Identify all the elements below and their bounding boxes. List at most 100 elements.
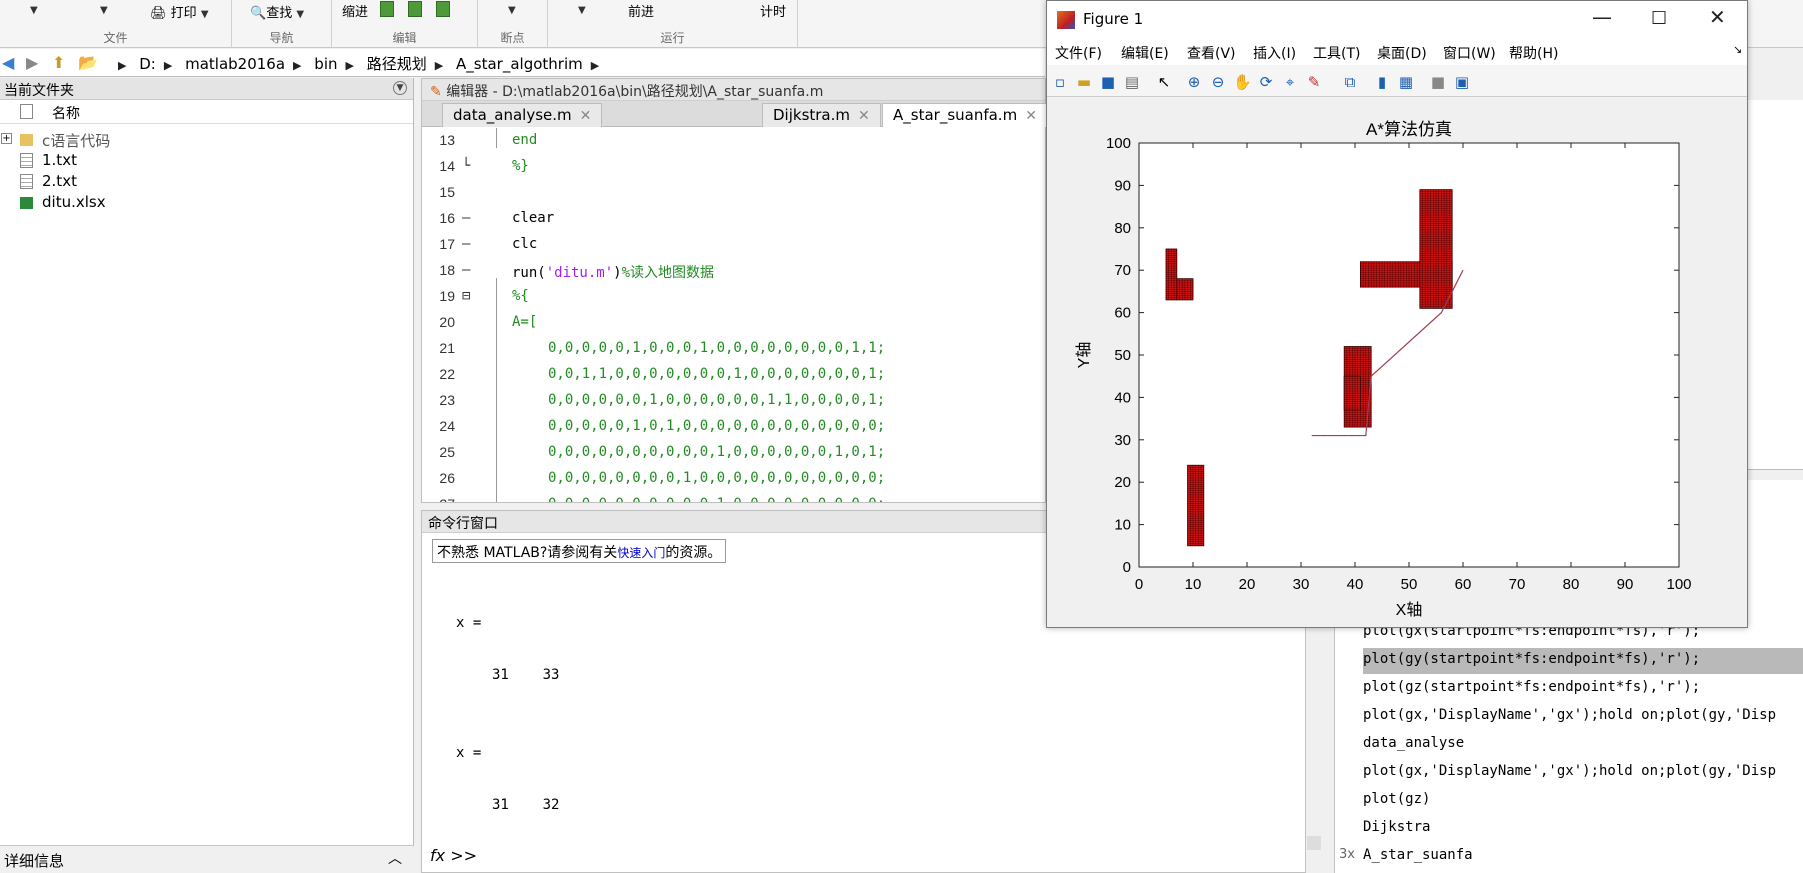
indent-button[interactable]: 缩进 <box>342 1 368 20</box>
dropdown-arrow-icon[interactable]: ▼ <box>578 5 586 16</box>
find-button[interactable]: 🔍查找 ▼ <box>250 2 304 21</box>
list-item-folder[interactable]: + c语言代码 <box>0 129 413 150</box>
history-item[interactable]: plot(gy(startpoint*fs:endpoint*fs),'r'); <box>1363 648 1803 674</box>
maximize-icon[interactable]: ☐ <box>1651 8 1667 29</box>
y-tick-label: 100 <box>1106 135 1131 152</box>
save-icon[interactable]: ■ <box>1099 73 1117 91</box>
history-item[interactable]: data_analyse <box>1363 732 1803 758</box>
browse-folder-icon[interactable]: 📂 <box>78 53 98 72</box>
zoom-in-icon[interactable]: ⊕ <box>1185 73 1203 91</box>
dropdown-arrow-icon[interactable]: ▼ <box>100 5 108 16</box>
figure-menu-item[interactable]: 帮助(H) <box>1509 43 1558 63</box>
x-tick-label: 90 <box>1617 576 1634 593</box>
code-line[interactable]: 22 0,0,1,1,0,0,0,0,0,0,0,1,0,0,0,0,0,0,0,… <box>422 366 1045 392</box>
tab-astar-suanfa[interactable]: A_star_suanfa.m ✕ <box>882 103 1048 127</box>
breadcrumb: ▶ D: ▶ matlab2016a ▶ bin ▶ 路径规划 ▶ A_star_alg… <box>118 55 600 73</box>
brush-icon[interactable]: ✎ <box>1305 73 1323 91</box>
new-figure-icon[interactable]: ▫ <box>1051 73 1069 91</box>
history-item[interactable]: plot(gz(startpoint*fs:endpoint*fs),'r'); <box>1363 676 1803 702</box>
close-icon[interactable]: ✕ <box>1025 108 1037 124</box>
crumb-path-planning[interactable]: 路径规划 <box>367 55 427 73</box>
code-line[interactable]: 13 end <box>422 132 1045 158</box>
rotate-icon[interactable]: ⟳ <box>1257 73 1275 91</box>
code-line[interactable]: 16 — clear <box>422 210 1045 236</box>
figure-menu-item[interactable]: 插入(I) <box>1253 43 1296 63</box>
figure-menu-item[interactable]: 编辑(E) <box>1121 43 1169 63</box>
list-item-file[interactable]: 2.txt <box>0 171 413 192</box>
chevron-up-icon[interactable]: ︿ <box>388 848 402 868</box>
open-icon[interactable]: ▬ <box>1075 73 1093 91</box>
code-line[interactable]: 26 0,0,0,0,0,0,0,0,1,0,0,0,0,0,0,0,0,0,0,… <box>422 470 1045 496</box>
code-area[interactable]: 13 end 14 └%} 15 16 — clear 17 — clc 18 — run('ditu.m… <box>422 128 1045 502</box>
code-text: A=[ <box>512 314 538 330</box>
list-item-file[interactable]: ditu.xlsx <box>0 192 413 213</box>
crumb-drive[interactable]: D: <box>139 55 156 73</box>
figure-menu-item[interactable]: 桌面(D) <box>1377 43 1427 63</box>
code-line[interactable]: 21 0,0,0,0,0,1,0,0,0,1,0,0,0,0,0,0,0,0,1,… <box>422 340 1045 366</box>
figure-menu-item[interactable]: 窗口(W) <box>1443 43 1496 63</box>
print-icon[interactable]: ▤ <box>1123 73 1141 91</box>
panel-menu-icon[interactable]: ▼ <box>393 81 407 95</box>
plot-area[interactable]: 0 10 20 30 40 50 60 70 80 90 100 0 10 20 30 40 50 60 70 80 9… <box>1047 99 1747 627</box>
comment-icon[interactable] <box>380 1 394 17</box>
close-icon[interactable]: ✕ <box>858 108 870 124</box>
code-line[interactable]: 20 A=[ <box>422 314 1045 340</box>
tab-data-analyse[interactable]: data_analyse.m ✕ <box>442 103 603 127</box>
outdent-icon[interactable] <box>436 1 450 17</box>
code-line[interactable]: 17 — clc <box>422 236 1045 262</box>
advance-button[interactable]: 前进 <box>628 1 654 20</box>
dropdown-arrow-icon[interactable]: ▼ <box>508 5 516 16</box>
indent-icon[interactable] <box>408 1 422 17</box>
details-bar[interactable]: 详细信息 ︿ <box>0 845 414 873</box>
code-line[interactable]: 19 ⊟ %{ <box>422 288 1045 314</box>
print-button[interactable]: 🖨 打印 ▼ <box>150 2 209 21</box>
code-line[interactable]: 23 0,0,0,0,0,0,1,0,0,0,0,0,0,1,1,0,0,0,0,… <box>422 392 1045 418</box>
crumb-bin[interactable]: bin <box>314 55 337 73</box>
column-header[interactable]: 名称 <box>0 100 413 124</box>
crumb-astar[interactable]: A_star_algothrim <box>456 55 583 73</box>
dock-arrow-icon[interactable]: ↘ <box>1733 43 1742 56</box>
astar-chart[interactable]: 0 10 20 30 40 50 60 70 80 90 100 0 10 20 30 40 50 60 70 80 9… <box>1047 99 1747 627</box>
colorbar-icon[interactable]: ▮ <box>1373 73 1391 91</box>
code-text: end <box>512 132 538 148</box>
axes-box <box>1138 142 1680 568</box>
code-line[interactable]: 18 — run('ditu.m')%读入地图数据 <box>422 262 1045 288</box>
close-icon[interactable]: ✕ <box>580 108 592 124</box>
history-item[interactable]: A_star_suanfa <box>1363 844 1803 870</box>
dropdown-arrow-icon[interactable]: ▼ <box>30 5 38 16</box>
data-cursor-icon[interactable]: ⌖ <box>1281 73 1299 91</box>
close-icon[interactable]: ✕ <box>1709 5 1726 29</box>
code-line[interactable]: 15 <box>422 184 1045 210</box>
code-line[interactable]: 24 0,0,0,0,0,1,0,1,0,0,0,0,0,0,0,0,0,0,0,… <box>422 418 1045 444</box>
zoom-out-icon[interactable]: ⊖ <box>1209 73 1227 91</box>
command-prompt[interactable]: fx >> <box>430 846 477 865</box>
history-item[interactable]: plot(gx,'DisplayName','gx');hold on;plot… <box>1363 760 1803 786</box>
quick-start-link[interactable]: 快速入门 <box>617 546 665 560</box>
code-line[interactable]: 27 0,0,0,0,0,0,0,0,0,0,1,0,0,0,0,0,0,0,0,… <box>422 496 1045 502</box>
history-item[interactable]: plot(gz) <box>1363 788 1803 814</box>
back-arrow-icon[interactable]: ◀ <box>2 53 14 72</box>
pointer-icon[interactable]: ↖ <box>1155 73 1173 91</box>
link-plot-icon[interactable]: ⧉ <box>1341 73 1359 91</box>
code-line[interactable]: 14 └%} <box>422 158 1045 184</box>
dock-icon[interactable]: ▣ <box>1453 73 1471 91</box>
history-item[interactable]: Dijkstra <box>1363 816 1803 842</box>
figure-menu-item[interactable]: 工具(T) <box>1313 43 1360 63</box>
crumb-matlab[interactable]: matlab2016a <box>185 55 285 73</box>
figure-menu-item[interactable]: 文件(F) <box>1055 43 1102 63</box>
minimize-icon[interactable]: — <box>1592 5 1612 29</box>
list-item-file[interactable]: 1.txt <box>0 150 413 171</box>
scrollbar-thumb[interactable] <box>1307 836 1321 850</box>
legend-icon[interactable]: ▦ <box>1397 73 1415 91</box>
code-line[interactable]: 25 0,0,0,0,0,0,0,0,0,0,1,0,0,0,0,0,0,1,0,… <box>422 444 1045 470</box>
history-item[interactable]: plot(gx,'DisplayName','gx');hold on;plot… <box>1363 704 1803 730</box>
hide-tools-icon[interactable]: ■ <box>1429 73 1447 91</box>
code-text: run('ditu.m')%读入地图数据 <box>512 265 715 281</box>
expand-icon[interactable]: + <box>1 133 12 144</box>
pan-icon[interactable]: ✋ <box>1233 73 1252 91</box>
tab-dijkstra[interactable]: Dijkstra.m ✕ <box>762 103 881 127</box>
figure-menu-item[interactable]: 查看(V) <box>1187 43 1236 63</box>
forward-arrow-icon[interactable]: ▶ <box>26 53 38 72</box>
up-folder-icon[interactable]: ⬆ <box>52 53 65 72</box>
run-and-time-button[interactable]: 计时 <box>760 1 786 20</box>
